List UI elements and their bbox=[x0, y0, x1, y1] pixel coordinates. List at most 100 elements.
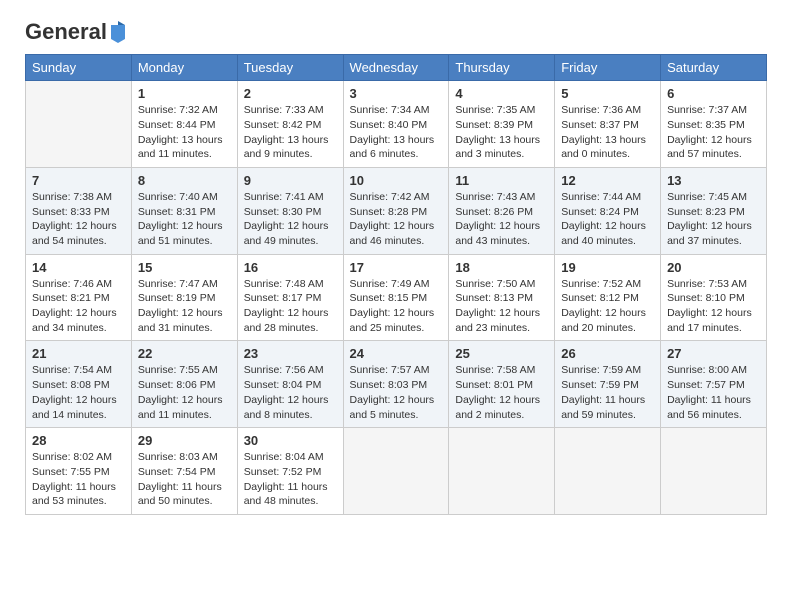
day-number: 18 bbox=[455, 260, 548, 275]
day-info-line: and 25 minutes. bbox=[350, 322, 425, 334]
day-info-line: Daylight: 12 hours bbox=[667, 307, 752, 319]
day-info-line: Sunset: 7:54 PM bbox=[138, 466, 216, 478]
day-info-line: Sunrise: 7:42 AM bbox=[350, 191, 430, 203]
day-info-line: Sunrise: 7:50 AM bbox=[455, 278, 535, 290]
day-number: 30 bbox=[244, 433, 337, 448]
day-info-line: Sunrise: 7:48 AM bbox=[244, 278, 324, 290]
day-info-line: Sunset: 8:42 PM bbox=[244, 119, 322, 131]
day-info-line: Sunset: 8:17 PM bbox=[244, 292, 322, 304]
weekday-header-row: SundayMondayTuesdayWednesdayThursdayFrid… bbox=[26, 55, 767, 81]
day-info-line: Sunset: 8:44 PM bbox=[138, 119, 216, 131]
day-number: 26 bbox=[561, 346, 654, 361]
day-info: Sunrise: 8:03 AMSunset: 7:54 PMDaylight:… bbox=[138, 450, 231, 509]
day-number: 28 bbox=[32, 433, 125, 448]
day-number: 13 bbox=[667, 173, 760, 188]
day-number: 21 bbox=[32, 346, 125, 361]
day-info-line: Daylight: 13 hours bbox=[561, 134, 646, 146]
weekday-header-monday: Monday bbox=[131, 55, 237, 81]
calendar-cell: 13 Sunrise: 7:45 AMSunset: 8:23 PMDayligh… bbox=[661, 167, 767, 254]
day-info-line: and 31 minutes. bbox=[138, 322, 213, 334]
logo-icon bbox=[109, 21, 127, 43]
day-info-line: Sunset: 8:33 PM bbox=[32, 206, 110, 218]
day-info-line: Sunrise: 8:04 AM bbox=[244, 451, 324, 463]
day-info: Sunrise: 7:44 AMSunset: 8:24 PMDaylight:… bbox=[561, 190, 654, 249]
calendar-cell: 23Sunrise: 7:56 AMSunset: 8:04 PMDayligh… bbox=[237, 341, 343, 428]
day-info: Sunrise: 7:43 AMSunset: 8:26 PMDaylight:… bbox=[455, 190, 548, 249]
day-info-line: Sunrise: 7:33 AM bbox=[244, 104, 324, 116]
day-info-line: Daylight: 11 hours bbox=[32, 481, 116, 493]
day-info: Sunrise: 7:46 AMSunset: 8:21 PMDaylight:… bbox=[32, 277, 125, 336]
calendar-cell: 9Sunrise: 7:41 AMSunset: 8:30 PMDaylight… bbox=[237, 167, 343, 254]
calendar-cell: 8Sunrise: 7:40 AMSunset: 8:31 PMDaylight… bbox=[131, 167, 237, 254]
day-number: 19 bbox=[561, 260, 654, 275]
day-info-line: and 9 minutes. bbox=[244, 148, 313, 160]
day-number: 7 bbox=[32, 173, 125, 188]
day-info-line: Daylight: 13 hours bbox=[138, 134, 223, 146]
calendar-cell: 29Sunrise: 8:03 AMSunset: 7:54 PMDayligh… bbox=[131, 428, 237, 515]
day-number: 4 bbox=[455, 86, 548, 101]
day-info-line: Daylight: 12 hours bbox=[32, 394, 117, 406]
day-info-line: and 43 minutes. bbox=[455, 235, 530, 247]
day-info-line: Sunrise: 7:37 AM bbox=[667, 104, 747, 116]
day-info-line: Daylight: 12 hours bbox=[138, 307, 223, 319]
calendar-week-4: 21 Sunrise: 7:54 AMSunset: 8:08 PMDayligh… bbox=[26, 341, 767, 428]
day-number: 25 bbox=[455, 346, 548, 361]
day-info: Sunrise: 7:54 AMSunset: 8:08 PMDaylight:… bbox=[32, 363, 125, 422]
day-number: 24 bbox=[350, 346, 443, 361]
calendar-cell: 12Sunrise: 7:44 AMSunset: 8:24 PMDayligh… bbox=[555, 167, 661, 254]
calendar-cell bbox=[661, 428, 767, 515]
weekday-header-wednesday: Wednesday bbox=[343, 55, 449, 81]
day-info-line: Sunrise: 7:44 AM bbox=[561, 191, 641, 203]
calendar-cell: 27Sunrise: 8:00 AMSunset: 7:57 PMDayligh… bbox=[661, 341, 767, 428]
day-info: Sunrise: 7:40 AMSunset: 8:31 PMDaylight:… bbox=[138, 190, 231, 249]
day-info-line: and 46 minutes. bbox=[350, 235, 425, 247]
day-info-line: and 3 minutes. bbox=[455, 148, 524, 160]
calendar-week-2: 7 Sunrise: 7:38 AM Sunset: 8:33 PM Daylight… bbox=[26, 167, 767, 254]
day-info-line: Sunset: 7:57 PM bbox=[667, 379, 745, 391]
day-info-line: Daylight: 12 hours bbox=[138, 394, 223, 406]
day-info-line: Sunrise: 7:55 AM bbox=[138, 364, 218, 376]
calendar-cell: 20Sunrise: 7:53 AMSunset: 8:10 PMDayligh… bbox=[661, 254, 767, 341]
day-info: Sunrise: 8:02 AMSunset: 7:55 PMDaylight:… bbox=[32, 450, 125, 509]
day-info-line: Daylight: 13 hours bbox=[244, 134, 329, 146]
day-number: 27 bbox=[667, 346, 760, 361]
weekday-header-thursday: Thursday bbox=[449, 55, 555, 81]
day-info-line: Daylight: 12 hours bbox=[455, 307, 540, 319]
day-info-line: and 50 minutes. bbox=[138, 495, 213, 507]
day-info-line: and 14 minutes. bbox=[32, 409, 107, 421]
day-info-line: Sunset: 8:19 PM bbox=[138, 292, 216, 304]
day-info: Sunrise: 7:42 AMSunset: 8:28 PMDaylight:… bbox=[350, 190, 443, 249]
day-info: Sunrise: 7:47 AM Sunset: 8:19 PM Daylight:… bbox=[138, 277, 231, 336]
day-info-line: Sunrise: 7:38 AM bbox=[32, 191, 112, 203]
day-info-line: Sunrise: 7:35 AM bbox=[455, 104, 535, 116]
day-info-line: Sunrise: 8:00 AM bbox=[667, 364, 747, 376]
page-header: General bbox=[25, 20, 767, 44]
day-number: 17 bbox=[350, 260, 443, 275]
logo-text: General bbox=[25, 20, 107, 44]
day-info-line: and 34 minutes. bbox=[32, 322, 107, 334]
day-number: 3 bbox=[350, 86, 443, 101]
day-info-line: and 54 minutes. bbox=[32, 235, 107, 247]
calendar-cell bbox=[555, 428, 661, 515]
day-info-line: Sunrise: 7:47 AM bbox=[138, 278, 218, 290]
day-info-line: Sunset: 8:12 PM bbox=[561, 292, 639, 304]
day-info: Sunrise: 7:53 AMSunset: 8:10 PMDaylight:… bbox=[667, 277, 760, 336]
calendar-week-5: 28 Sunrise: 8:02 AMSunset: 7:55 PMDayligh… bbox=[26, 428, 767, 515]
day-info-line: Sunrise: 7:32 AM bbox=[138, 104, 218, 116]
weekday-header-friday: Friday bbox=[555, 55, 661, 81]
day-info-line: Sunrise: 7:43 AM bbox=[455, 191, 535, 203]
calendar-week-3: 14Sunrise: 7:46 AMSunset: 8:21 PMDayligh… bbox=[26, 254, 767, 341]
day-number: 22 bbox=[138, 346, 231, 361]
day-info-line: and 5 minutes. bbox=[350, 409, 419, 421]
day-number: 9 bbox=[244, 173, 337, 188]
calendar-cell: 30Sunrise: 8:04 AMSunset: 7:52 PMDayligh… bbox=[237, 428, 343, 515]
day-info-line: and 2 minutes. bbox=[455, 409, 524, 421]
day-info-line: Sunrise: 7:49 AM bbox=[350, 278, 430, 290]
calendar-cell: 21 Sunrise: 7:54 AMSunset: 8:08 PMDayligh… bbox=[26, 341, 132, 428]
day-info: Sunrise: 7:45 AMSunset: 8:23 PMDaylight:… bbox=[667, 190, 760, 249]
day-info-line: Daylight: 11 hours bbox=[244, 481, 328, 493]
day-info-line: and 59 minutes. bbox=[561, 409, 636, 421]
day-info-line: Sunrise: 7:36 AM bbox=[561, 104, 641, 116]
day-info-line: Sunrise: 7:46 AM bbox=[32, 278, 112, 290]
day-info-line: Daylight: 12 hours bbox=[244, 220, 329, 232]
